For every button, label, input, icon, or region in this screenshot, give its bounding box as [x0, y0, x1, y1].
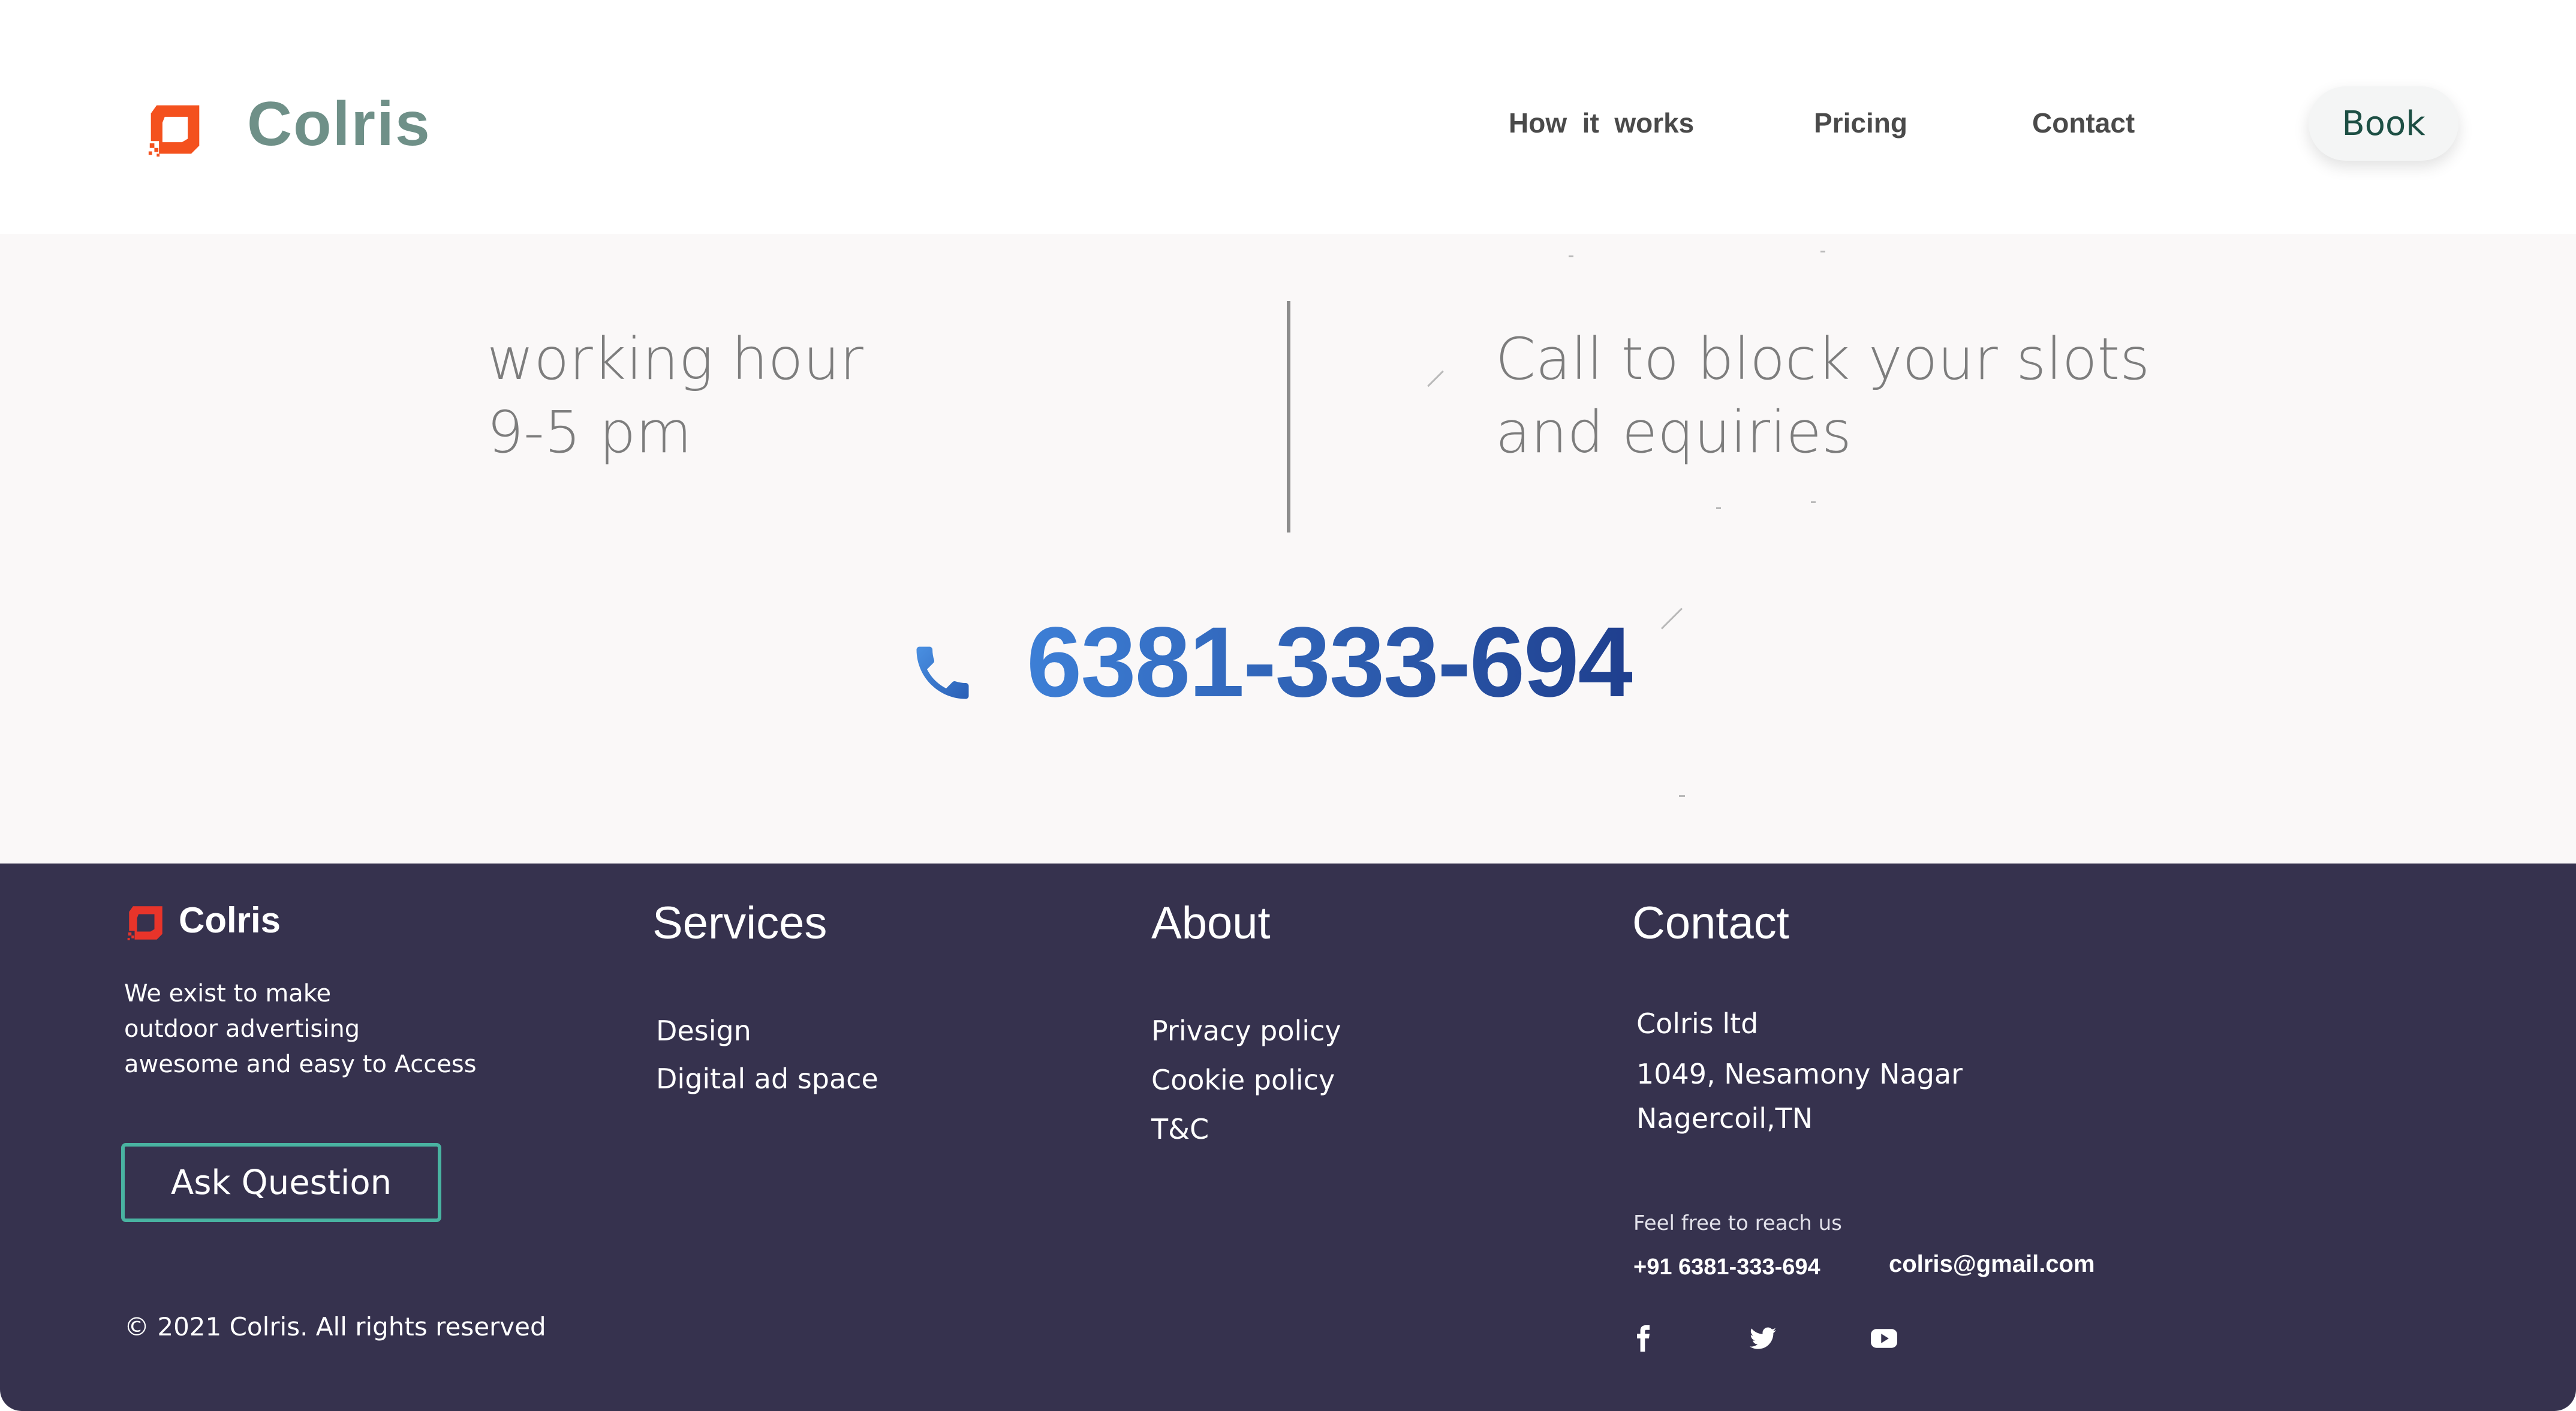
footer-link-cookie-policy[interactable]: Cookie policy: [1151, 1064, 1335, 1096]
footer-email-link[interactable]: colris@gmail.com: [1889, 1251, 2095, 1278]
footer-link-privacy-policy[interactable]: Privacy policy: [1151, 1015, 1341, 1047]
footer-link-design[interactable]: Design: [656, 1015, 751, 1047]
footer-link-terms[interactable]: T&C: [1151, 1113, 1209, 1145]
nav-pricing[interactable]: Pricing: [1814, 107, 1907, 139]
footer-brand-name[interactable]: Colris: [179, 899, 281, 941]
about-line: We exist to make: [124, 980, 332, 1007]
vertical-divider: [1287, 301, 1290, 532]
company-name: Colris ltd: [1636, 1007, 1759, 1040]
about-line: awesome and easy to Access: [124, 1051, 477, 1078]
book-button[interactable]: Book: [2309, 86, 2458, 161]
decor-speck: [1660, 607, 1683, 630]
call-to-book-text: Call to block your slots and equiries: [1495, 323, 2150, 469]
working-hours-label: working hour: [487, 326, 863, 393]
facebook-icon[interactable]: [1627, 1323, 1659, 1354]
decor-speck: [1811, 501, 1816, 503]
copyright-text: © 2021 Colris. All rights reserved: [124, 1312, 546, 1341]
ask-question-button[interactable]: Ask Question: [121, 1143, 441, 1222]
decor-speck: [1427, 370, 1444, 387]
reach-us-label: Feel free to reach us: [1633, 1211, 1842, 1235]
decor-speck: [1569, 255, 1573, 257]
twitter-icon[interactable]: [1747, 1323, 1778, 1354]
about-line: outdoor advertising: [124, 1015, 360, 1043]
services-heading: Services: [652, 898, 827, 949]
address-line: Nagercoil,TN: [1636, 1102, 1813, 1135]
contact-hours-section: working hour 9-5 pm Call to block your s…: [0, 234, 2576, 864]
colris-logo-icon[interactable]: [126, 903, 165, 943]
address-line: 1049, Nesamony Nagar: [1636, 1058, 1963, 1090]
call-line-1: Call to block your slots: [1495, 326, 2150, 393]
brand-name[interactable]: Colris: [247, 89, 431, 160]
colris-logo-icon[interactable]: [146, 101, 204, 158]
phone-number[interactable]: 6381-333-694: [1027, 606, 1633, 720]
decor-speck: [1820, 251, 1825, 252]
footer-about-text: We exist to make outdoor advertising awe…: [124, 976, 477, 1082]
footer-link-digital-ad-space[interactable]: Digital ad space: [656, 1063, 878, 1095]
about-heading: About: [1151, 898, 1271, 949]
decor-speck: [1679, 795, 1685, 797]
nav-how-it-works[interactable]: How it works: [1509, 107, 1694, 139]
footer-phone-link[interactable]: +91 6381-333-694: [1633, 1254, 1820, 1280]
contact-heading: Contact: [1632, 898, 1789, 949]
nav-contact[interactable]: Contact: [2032, 107, 2135, 139]
site-footer: Colris We exist to make outdoor advertis…: [0, 864, 2576, 1411]
call-line-2: and equiries: [1495, 399, 1852, 466]
decor-speck: [1716, 507, 1721, 509]
phone-icon: [916, 646, 969, 699]
working-hours: working hour 9-5 pm: [487, 323, 863, 469]
site-header: Colris How it works Pricing Contact Book: [0, 0, 2576, 234]
working-hours-value: 9-5 pm: [487, 399, 692, 466]
youtube-icon[interactable]: [1868, 1323, 1900, 1354]
